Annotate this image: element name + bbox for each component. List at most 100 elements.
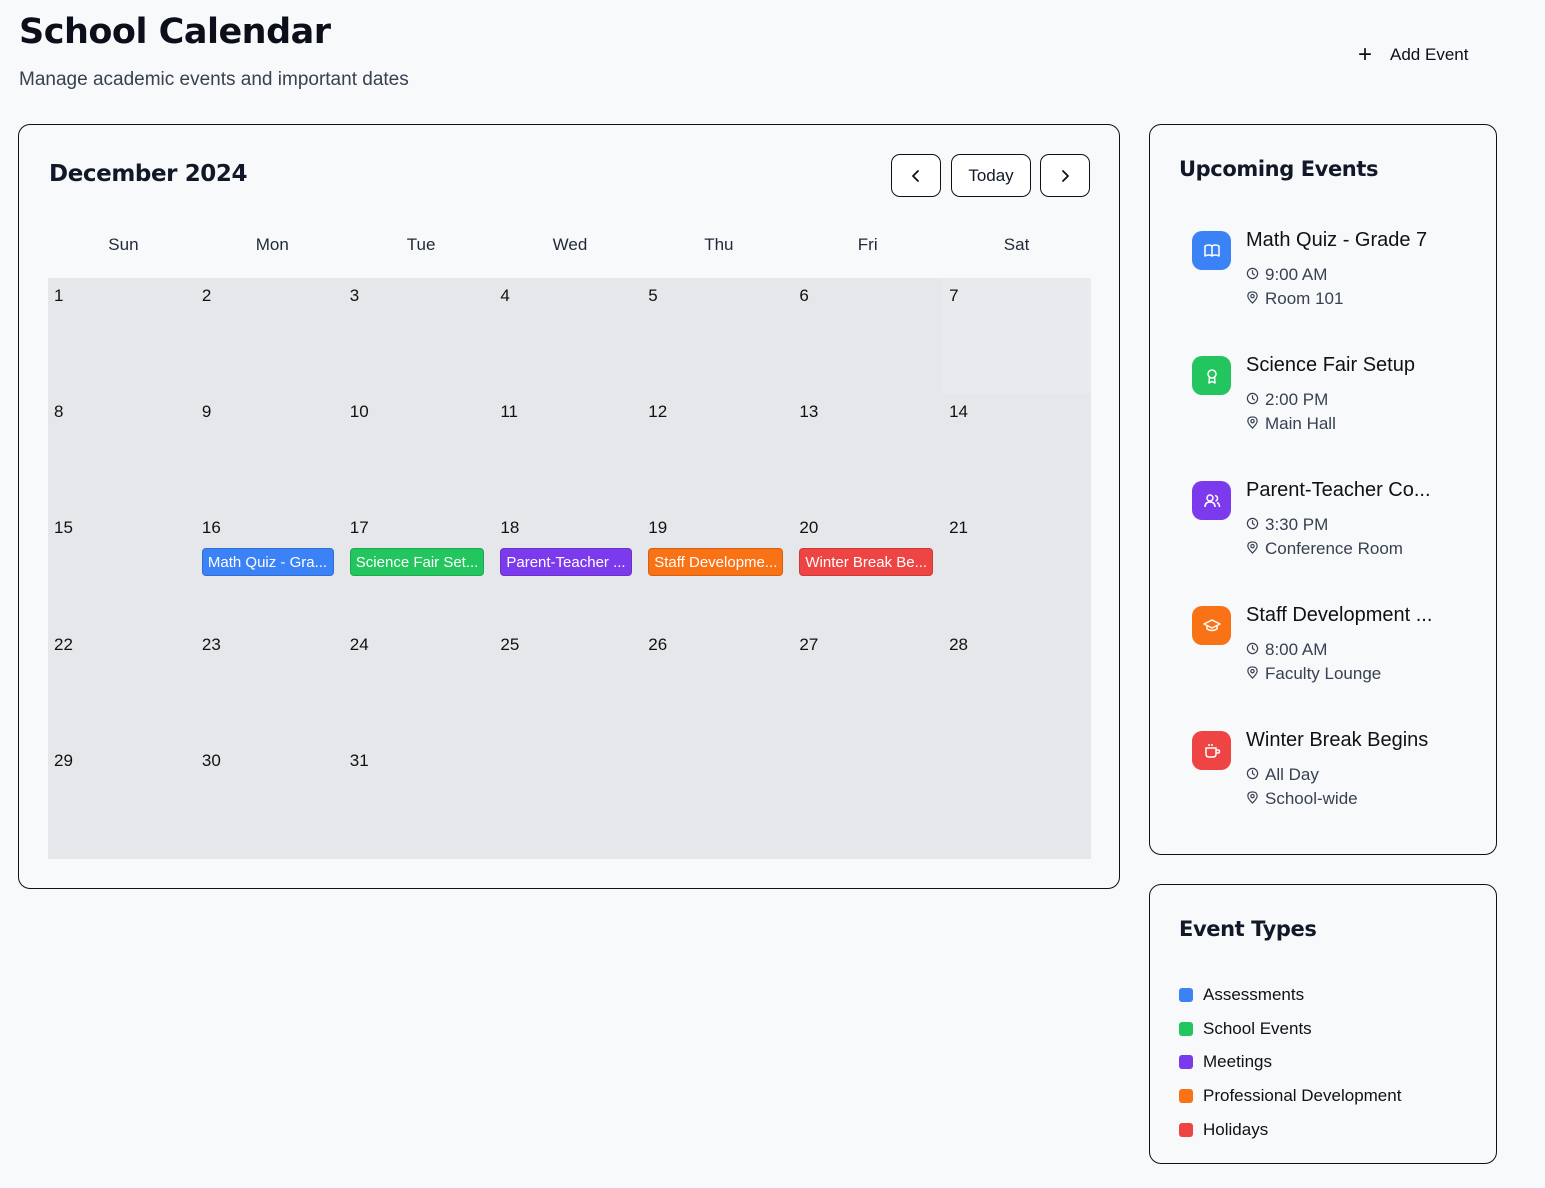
event-type-label: Holidays bbox=[1203, 1120, 1269, 1140]
upcoming-events-title: Upcoming Events bbox=[1179, 157, 1379, 181]
day-cell[interactable]: 23 bbox=[196, 627, 344, 743]
weekday-label: Tue bbox=[406, 235, 436, 254]
month-title: December 2024 bbox=[49, 161, 248, 187]
day-cell[interactable]: 30 bbox=[196, 743, 344, 859]
event-type-item: Holidays bbox=[1179, 1113, 1401, 1147]
day-cell[interactable]: 16 Math Quiz - Gra... bbox=[196, 510, 344, 626]
event-time-text: 9:00 AM bbox=[1265, 265, 1328, 284]
calendar-event-chip[interactable]: Winter Break Be... bbox=[799, 548, 934, 577]
map-pin-icon bbox=[1246, 539, 1259, 559]
weekday-label: Thu bbox=[704, 235, 734, 254]
chevron-left-icon bbox=[912, 169, 919, 182]
event-type-swatch bbox=[1179, 1089, 1193, 1104]
book-icon bbox=[1192, 231, 1231, 270]
event-type-label: Meetings bbox=[1203, 1052, 1272, 1072]
upcoming-event-title: Science Fair Setup bbox=[1246, 354, 1415, 376]
event-time-text: 2:00 PM bbox=[1265, 390, 1329, 409]
calendar-event-chip[interactable]: Math Quiz - Gra... bbox=[201, 548, 334, 577]
clock-icon bbox=[1246, 390, 1259, 410]
day-number: 28 bbox=[949, 634, 969, 654]
event-type-label: Professional Development bbox=[1203, 1086, 1402, 1106]
day-cell[interactable]: 22 bbox=[48, 627, 196, 743]
upcoming-event-title: Math Quiz - Grade 7 bbox=[1246, 229, 1428, 251]
day-cell[interactable]: 31 bbox=[344, 743, 495, 859]
upcoming-event-item[interactable]: Staff Development ... 8:00 AM Faculty Loun… bbox=[1192, 604, 1482, 729]
day-cell[interactable]: 17 Science Fair Set... bbox=[344, 510, 495, 626]
day-cell[interactable]: 12 bbox=[642, 394, 793, 510]
day-cell[interactable]: 19 Staff Developme... bbox=[642, 510, 793, 626]
event-type-item: Professional Development bbox=[1179, 1079, 1401, 1113]
day-cell[interactable]: 6 bbox=[793, 278, 943, 394]
upcoming-event-title: Winter Break Begins bbox=[1246, 729, 1429, 751]
day-cell[interactable]: 27 bbox=[793, 627, 943, 743]
today-button[interactable]: Today bbox=[951, 154, 1031, 197]
next-month-button[interactable] bbox=[1040, 154, 1090, 197]
event-location-text: Conference Room bbox=[1265, 539, 1403, 558]
event-type-label: School Events bbox=[1203, 1018, 1312, 1038]
day-cell bbox=[943, 743, 1091, 859]
day-cell[interactable]: 3 bbox=[344, 278, 495, 394]
calendar-event-chip[interactable]: Parent-Teacher ... bbox=[500, 548, 633, 577]
event-type-item: Meetings bbox=[1179, 1046, 1401, 1080]
previous-month-button[interactable] bbox=[891, 154, 941, 197]
add-event-button[interactable]: + Add Event bbox=[1348, 36, 1490, 74]
upcoming-event-item[interactable]: Science Fair Setup 2:00 PM Main Hall bbox=[1192, 354, 1482, 479]
event-type-swatch bbox=[1179, 1055, 1193, 1070]
day-number: 26 bbox=[648, 634, 668, 654]
day-cell[interactable]: 18 Parent-Teacher ... bbox=[494, 510, 642, 626]
day-number: 5 bbox=[648, 286, 658, 305]
event-type-swatch bbox=[1179, 1123, 1193, 1138]
day-cell[interactable]: 14 bbox=[943, 394, 1091, 510]
clock-icon bbox=[1246, 265, 1259, 285]
clock-icon bbox=[1246, 640, 1259, 660]
event-types-title: Event Types bbox=[1179, 917, 1317, 941]
day-cell[interactable]: 10 bbox=[344, 394, 495, 510]
day-number: 25 bbox=[500, 634, 520, 654]
day-number bbox=[648, 751, 787, 773]
upcoming-event-item[interactable]: Parent-Teacher Co... 3:30 PM Conference Ro… bbox=[1192, 479, 1482, 604]
event-type-item: Assessments bbox=[1179, 978, 1401, 1012]
calendar-event-chip[interactable]: Science Fair Set... bbox=[349, 548, 485, 577]
upcoming-event-title: Staff Development ... bbox=[1246, 604, 1433, 626]
day-number bbox=[500, 751, 636, 773]
day-cell[interactable]: 9 bbox=[196, 394, 344, 510]
day-cell[interactable]: 15 bbox=[48, 510, 196, 626]
day-cell[interactable]: 7 bbox=[943, 278, 1091, 395]
day-cell[interactable]: 21 bbox=[943, 510, 1091, 626]
day-number: 20 bbox=[799, 518, 819, 538]
day-number: 15 bbox=[54, 518, 73, 538]
day-cell[interactable]: 8 bbox=[48, 394, 196, 510]
upcoming-event-title: Parent-Teacher Co... bbox=[1246, 479, 1431, 501]
day-cell[interactable]: 1 bbox=[48, 278, 196, 394]
day-cell[interactable]: 26 bbox=[642, 627, 793, 743]
day-number: 18 bbox=[500, 518, 520, 538]
upcoming-events-list: Math Quiz - Grade 7 9:00 AM Room 101 Scienc… bbox=[1192, 229, 1482, 854]
day-number: 31 bbox=[349, 750, 369, 770]
day-cell[interactable]: 13 bbox=[793, 394, 943, 510]
day-cell[interactable]: 2 bbox=[196, 278, 344, 394]
upcoming-event-item[interactable]: Winter Break Begins All Day School-wide bbox=[1192, 729, 1482, 854]
map-pin-icon bbox=[1246, 414, 1259, 434]
day-cell[interactable]: 25 bbox=[494, 627, 642, 743]
day-cell[interactable]: 5 bbox=[642, 278, 793, 394]
day-cell[interactable]: 28 bbox=[943, 627, 1091, 743]
day-number: 9 bbox=[201, 402, 212, 422]
day-cell[interactable]: 4 bbox=[494, 278, 642, 394]
day-cell[interactable]: 11 bbox=[494, 394, 642, 510]
day-number: 19 bbox=[648, 518, 668, 538]
event-type-label: Assessments bbox=[1203, 984, 1305, 1004]
plus-icon: + bbox=[1358, 41, 1373, 68]
day-number: 8 bbox=[54, 402, 64, 422]
event-types-card: Event Types Assessments School Events Meet… bbox=[1149, 884, 1497, 1164]
calendar-event-chip[interactable]: Staff Developme... bbox=[648, 548, 784, 577]
day-cell[interactable]: 29 bbox=[48, 743, 196, 859]
graduation-cap-icon bbox=[1192, 606, 1231, 645]
add-event-label: Add Event bbox=[1390, 45, 1469, 64]
day-number: 10 bbox=[349, 402, 369, 422]
upcoming-event-time: 2:00 PM bbox=[1246, 390, 1328, 410]
upcoming-event-item[interactable]: Math Quiz - Grade 7 9:00 AM Room 101 bbox=[1192, 229, 1482, 354]
day-cell[interactable]: 20 Winter Break Be... bbox=[793, 510, 943, 626]
event-time-text: 3:30 PM bbox=[1265, 515, 1329, 534]
day-cell[interactable]: 24 bbox=[344, 627, 495, 743]
event-location-text: Faculty Lounge bbox=[1265, 664, 1382, 683]
